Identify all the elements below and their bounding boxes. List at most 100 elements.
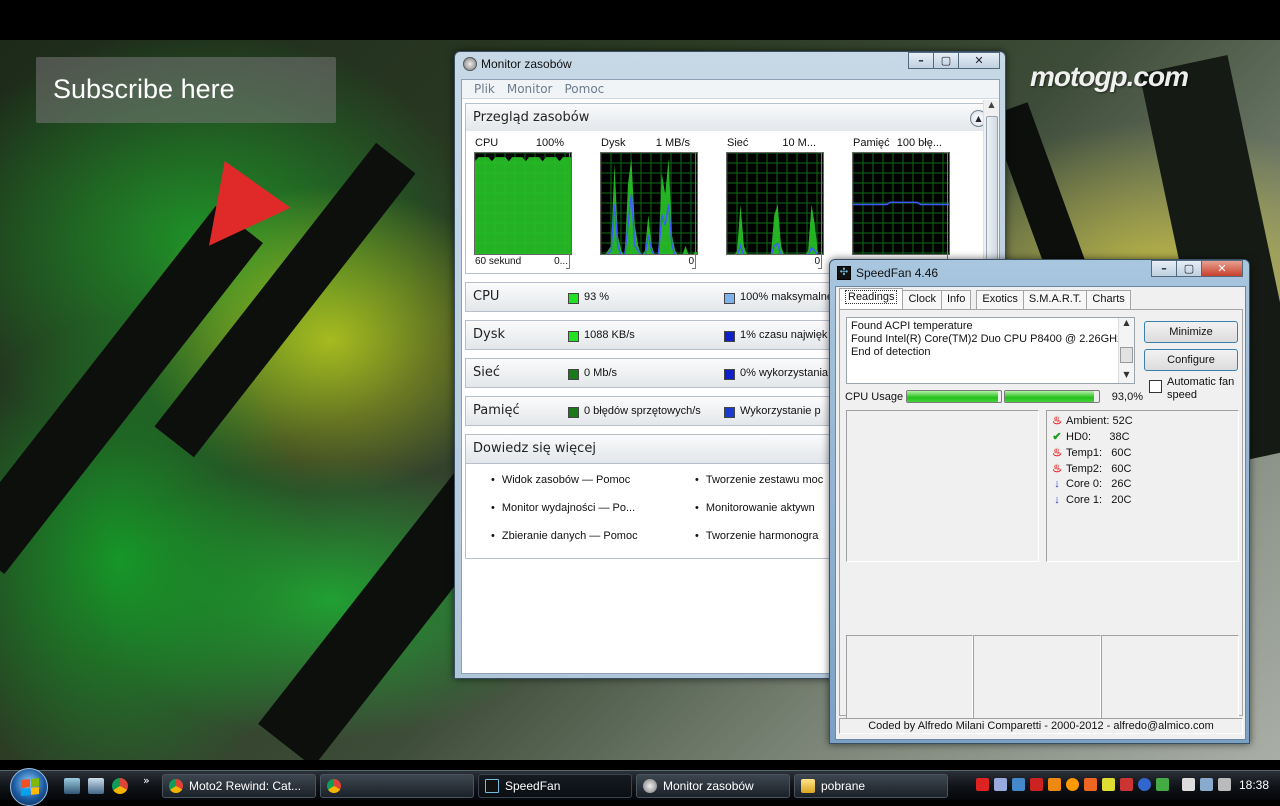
window-title: SpeedFan 4.46: [856, 266, 939, 280]
configure-button[interactable]: Configure: [1144, 349, 1238, 371]
taskbar-button-chrome-moto2[interactable]: Moto2 Rewind: Cat...: [162, 774, 316, 798]
tray-antivirus-icon[interactable]: [1030, 778, 1043, 791]
tray-app-icon[interactable]: [1048, 778, 1061, 791]
switch-windows-icon[interactable]: [88, 778, 104, 794]
usage-trace: [475, 157, 571, 254]
swatch-primary: [568, 293, 579, 304]
swatch-primary: [568, 369, 579, 380]
automatic-fan-speed-checkbox[interactable]: [1149, 380, 1162, 393]
row-name: Dysk: [473, 327, 506, 342]
swatch-secondary: [724, 369, 735, 380]
help-link[interactable]: Zbieranie danych — Pomoc: [491, 530, 638, 542]
menu-plik[interactable]: Plik: [468, 80, 501, 98]
subscribe-overlay[interactable]: Subscribe here: [36, 57, 336, 123]
tray-app-icon[interactable]: [1120, 778, 1133, 791]
taskbar-button-speedfan[interactable]: SpeedFan: [478, 774, 632, 798]
tray-app-icon[interactable]: [1012, 778, 1025, 791]
maximize-button[interactable]: ▢: [933, 52, 959, 69]
close-button[interactable]: ✕: [958, 52, 1000, 69]
graph-time-span: 60 sekund: [475, 256, 522, 267]
row-value-primary: 0 błędów sprzętowych/s: [584, 405, 701, 417]
tray-volume-icon[interactable]: [1084, 778, 1097, 791]
tray-app-icon[interactable]: [1102, 778, 1115, 791]
log-line: End of detection: [851, 346, 931, 358]
row-value-primary: 0 Mb/s: [584, 367, 618, 379]
temp-reading: ↓ Core 1: 20C: [1051, 494, 1131, 506]
tab-smart[interactable]: S.M.A.R.T.: [1022, 290, 1088, 309]
row-value-primary: 93 %: [584, 291, 610, 303]
maximize-button[interactable]: ▢: [1176, 260, 1202, 277]
voltage-panel-3: [1101, 635, 1239, 719]
swatch-primary: [568, 407, 579, 418]
help-link[interactable]: Tworzenie zestawu moc: [695, 474, 823, 486]
menu-bar: Plik Monitor Pomoc: [462, 80, 999, 99]
cpu-usage-percent: 93,0%: [1111, 391, 1143, 403]
tab-readings[interactable]: Readings: [839, 288, 904, 309]
taskbar-button-chrome[interactable]: [320, 774, 474, 798]
close-button[interactable]: ✕: [1201, 260, 1243, 277]
overflow-chevron-icon[interactable]: »: [143, 774, 150, 787]
tab-info[interactable]: Info: [941, 290, 972, 309]
scroll-up-icon[interactable]: ▲: [1119, 318, 1134, 331]
window-title: Monitor zasobów: [481, 57, 572, 71]
detection-log[interactable]: Found ACPI temperature Found Intel(R) Co…: [846, 317, 1135, 384]
bluetooth-icon[interactable]: [1138, 778, 1151, 791]
start-button[interactable]: [10, 768, 48, 806]
help-link[interactable]: Widok zasobów — Pomoc: [491, 474, 630, 486]
row-name: Sieć: [473, 365, 501, 380]
tray-app-icon[interactable]: [1182, 778, 1195, 791]
menu-monitor[interactable]: Monitor: [501, 80, 559, 98]
log-line: Found Intel(R) Core(TM)2 Duo CPU P8400 @…: [851, 333, 1123, 345]
taskbar-button-resource-monitor[interactable]: Monitor zasobów: [636, 774, 790, 798]
scroll-thumb[interactable]: [1120, 347, 1133, 363]
chrome-icon: [327, 779, 341, 793]
row-value-secondary: 0% wykorzystania: [740, 367, 829, 379]
down-arrow-icon: ↓: [1054, 494, 1060, 506]
graph-title: Dysk: [601, 137, 626, 149]
graph-plot: [600, 152, 698, 255]
tab-charts[interactable]: Charts: [1086, 290, 1131, 309]
show-desktop-icon[interactable]: [64, 778, 80, 794]
scroll-thumb[interactable]: [986, 116, 998, 266]
speedfan-client: Readings Clock Info Exotics S.M.A.R.T. C…: [835, 286, 1246, 740]
scroll-up-icon[interactable]: ▲: [984, 100, 999, 114]
help-link[interactable]: Monitor wydajności — Po...: [491, 502, 635, 514]
minimize-button[interactable]: –: [1151, 260, 1177, 277]
flame-icon: ♨: [1052, 463, 1062, 475]
minimize-app-button[interactable]: Minimize: [1144, 321, 1238, 343]
memory-graph: Pamięć 100 błę...: [844, 135, 950, 269]
row-value-secondary: Wykorzystanie p: [740, 405, 821, 417]
overview-header[interactable]: Przegląd zasobów ▲: [465, 103, 983, 133]
help-link[interactable]: Tworzenie harmonogra: [695, 530, 819, 542]
log-scrollbar[interactable]: ▲ ▼: [1118, 318, 1134, 383]
temp-reading: ♨ Ambient: 52C: [1052, 415, 1133, 427]
scroll-down-icon[interactable]: ▼: [1119, 370, 1134, 383]
graph-title: CPU: [475, 137, 499, 149]
graph-plot: [474, 152, 572, 255]
minimize-button[interactable]: –: [908, 52, 934, 69]
collapse-icon[interactable]: ▲: [970, 110, 983, 127]
resource-monitor-icon: [643, 779, 657, 793]
disk-graph: Dysk 1 MB/s 0: [592, 135, 698, 269]
speaker-icon[interactable]: [1218, 778, 1231, 791]
credits-footer: Coded by Alfredo Milani Comparetti - 200…: [839, 718, 1243, 734]
network-icon[interactable]: [1200, 778, 1213, 791]
tab-exotics[interactable]: Exotics: [976, 290, 1024, 309]
automatic-fan-speed-label: Automatic fan speed: [1167, 376, 1235, 401]
swatch-secondary: [724, 331, 735, 342]
folder-icon: [801, 779, 815, 793]
speedfan-window[interactable]: ✣ SpeedFan 4.46 – ▢ ✕ Readings Clock Inf…: [829, 259, 1250, 744]
help-link[interactable]: Monitorowanie aktywn: [695, 502, 815, 514]
tray-app-icon[interactable]: [1156, 778, 1169, 791]
tray-media-icon[interactable]: [976, 778, 989, 791]
graph-title: Pamięć: [853, 137, 890, 149]
cpu-core-bar: [1004, 390, 1100, 403]
taskbar-button-folder[interactable]: pobrane: [794, 774, 948, 798]
tab-clock[interactable]: Clock: [902, 290, 942, 309]
tray-app-icon[interactable]: [1066, 778, 1079, 791]
cpu-usage: CPU Usage 93,0%: [845, 389, 1143, 405]
tray-app-icon[interactable]: [994, 778, 1007, 791]
chrome-icon[interactable]: [112, 778, 128, 794]
check-icon: ✔: [1052, 431, 1062, 443]
menu-pomoc[interactable]: Pomoc: [558, 80, 610, 98]
